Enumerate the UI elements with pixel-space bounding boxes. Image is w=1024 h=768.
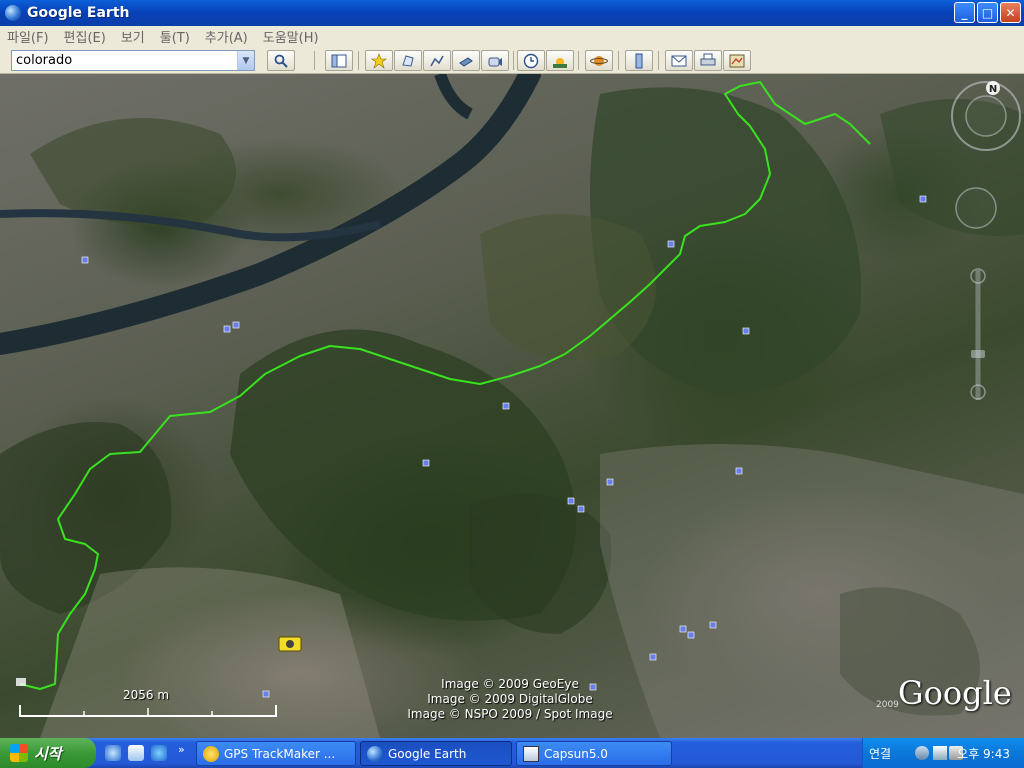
- sunlight-button[interactable]: [546, 50, 574, 71]
- planets-icon: [590, 55, 608, 66]
- terrain-imagery: [0, 74, 1024, 738]
- imagery-credits: Image © 2009 GeoEye Image © 2009 Digital…: [380, 677, 640, 722]
- minimize-button[interactable]: _: [954, 2, 975, 23]
- google-earth-icon: [5, 5, 21, 21]
- gps-trackmaker-icon: [203, 745, 219, 762]
- email-icon: [671, 55, 687, 66]
- record-tour-button[interactable]: [481, 50, 509, 71]
- toolbar-divider: [358, 51, 359, 70]
- app-window: Google Earth _ □ ✕ 파일(F) 편집(E) 보기 툴(T) 추…: [0, 0, 1024, 768]
- navigation-controls[interactable]: N: [938, 80, 1024, 420]
- menu-file[interactable]: 파일(F): [0, 27, 57, 46]
- ruler-button[interactable]: [625, 50, 653, 71]
- internet-explorer-icon[interactable]: [151, 745, 167, 761]
- river: [434, 74, 473, 120]
- sidebar-toggle-button[interactable]: [325, 50, 353, 71]
- credit-line: Image © NSPO 2009 / Spot Image: [407, 707, 613, 721]
- tray-clock: 오후 9:43: [957, 747, 1010, 761]
- sunlight-icon: [553, 57, 567, 68]
- compass-north-label: N: [989, 84, 997, 95]
- taskbar-item-google-earth[interactable]: Google Earth: [360, 741, 512, 766]
- look-joystick[interactable]: [965, 95, 1007, 137]
- taskbar-item-label: Capsun5.0: [544, 746, 608, 761]
- photo-marker-icon: [278, 636, 302, 652]
- image-overlay-icon: [459, 56, 473, 67]
- sidebar-toggle-icon: [331, 54, 347, 67]
- taskbar-item-label: GPS TrackMaker ...: [224, 746, 336, 761]
- scale-label: 2056 m: [123, 688, 170, 702]
- capsun-icon: [523, 745, 539, 762]
- polygon-icon: [402, 54, 414, 67]
- path-icon: [430, 55, 444, 66]
- close-button[interactable]: ✕: [1000, 2, 1021, 23]
- toolbar-divider: [578, 51, 579, 70]
- tray-language-indicator[interactable]: 연결: [869, 745, 891, 762]
- scale-bar: [19, 705, 277, 717]
- toolbar-divider: [618, 51, 619, 70]
- menu-add[interactable]: 추가(A): [198, 27, 256, 46]
- title-bar[interactable]: Google Earth _ □ ✕: [0, 0, 1024, 26]
- google-earth-icon: [367, 745, 383, 762]
- toolbar-divider: [314, 51, 315, 70]
- zoom-slider-thumb[interactable]: [971, 350, 985, 358]
- earth-3d-view[interactable]: N 2056 m Image © 2009 GeoEye Image © 200…: [0, 74, 1024, 738]
- quicklaunch-more-button[interactable]: »: [178, 743, 185, 756]
- magnifier-icon: [274, 54, 288, 68]
- taskbar-item-label: Google Earth: [388, 746, 467, 761]
- toolbar: ▼: [0, 47, 1024, 74]
- view-in-maps-icon: [729, 54, 745, 67]
- record-tour-icon: [488, 57, 502, 66]
- taskbar-item-capsun[interactable]: Capsun5.0: [516, 741, 672, 766]
- add-image-overlay-button[interactable]: [452, 50, 480, 71]
- windows-taskbar: 시작 » GPS TrackMaker ... Google Earth Cap…: [0, 738, 1024, 768]
- search-combobox: ▼: [11, 50, 255, 71]
- print-icon: [700, 53, 716, 65]
- menu-view[interactable]: 보기: [114, 27, 153, 46]
- taskbar-item-gps-trackmaker[interactable]: GPS TrackMaker ...: [196, 741, 356, 766]
- menu-help[interactable]: 도움말(H): [256, 27, 327, 46]
- mountain-ridge: [480, 214, 656, 360]
- view-in-maps-button[interactable]: [723, 50, 751, 71]
- system-tray: 연결 오후 9:43: [862, 738, 1024, 768]
- planets-button[interactable]: [585, 50, 613, 71]
- window-title: Google Earth: [27, 5, 130, 21]
- ruler-icon: [635, 53, 643, 68]
- print-button[interactable]: [694, 50, 722, 71]
- historical-imagery-button[interactable]: [517, 50, 545, 71]
- show-desktop-icon[interactable]: [105, 745, 121, 761]
- menu-edit[interactable]: 편집(E): [57, 27, 114, 46]
- tray-collapse-icon[interactable]: [915, 746, 929, 760]
- menu-tools[interactable]: 툴(T): [153, 27, 198, 46]
- google-logo: Google: [898, 674, 1012, 712]
- maximize-button[interactable]: □: [977, 2, 998, 23]
- track-start-marker: [16, 678, 26, 686]
- search-button[interactable]: [267, 50, 295, 71]
- toolbar-divider: [658, 51, 659, 70]
- credit-line: Image © 2009 GeoEye: [441, 677, 579, 691]
- chevron-down-icon[interactable]: ▼: [237, 51, 254, 70]
- add-placemark-button[interactable]: [365, 50, 393, 71]
- toolbar-divider: [513, 51, 514, 70]
- placemark-icon: [371, 52, 387, 69]
- move-joystick[interactable]: [955, 187, 997, 229]
- search-input[interactable]: [12, 51, 236, 70]
- window-controls: _ □ ✕: [954, 2, 1021, 23]
- add-polygon-button[interactable]: [394, 50, 422, 71]
- start-label: 시작: [34, 744, 62, 763]
- menu-bar: 파일(F) 편집(E) 보기 툴(T) 추가(A) 도움말(H): [0, 26, 1024, 47]
- windows-logo-icon: [10, 744, 28, 762]
- add-path-button[interactable]: [423, 50, 451, 71]
- brand-year: 2009: [876, 700, 899, 710]
- email-button[interactable]: [665, 50, 693, 71]
- start-button[interactable]: 시작: [0, 738, 96, 768]
- historical-imagery-icon: [523, 53, 539, 68]
- credit-line: Image © 2009 DigitalGlobe: [427, 692, 593, 706]
- document-icon[interactable]: [128, 745, 144, 761]
- network-icon[interactable]: [933, 746, 947, 760]
